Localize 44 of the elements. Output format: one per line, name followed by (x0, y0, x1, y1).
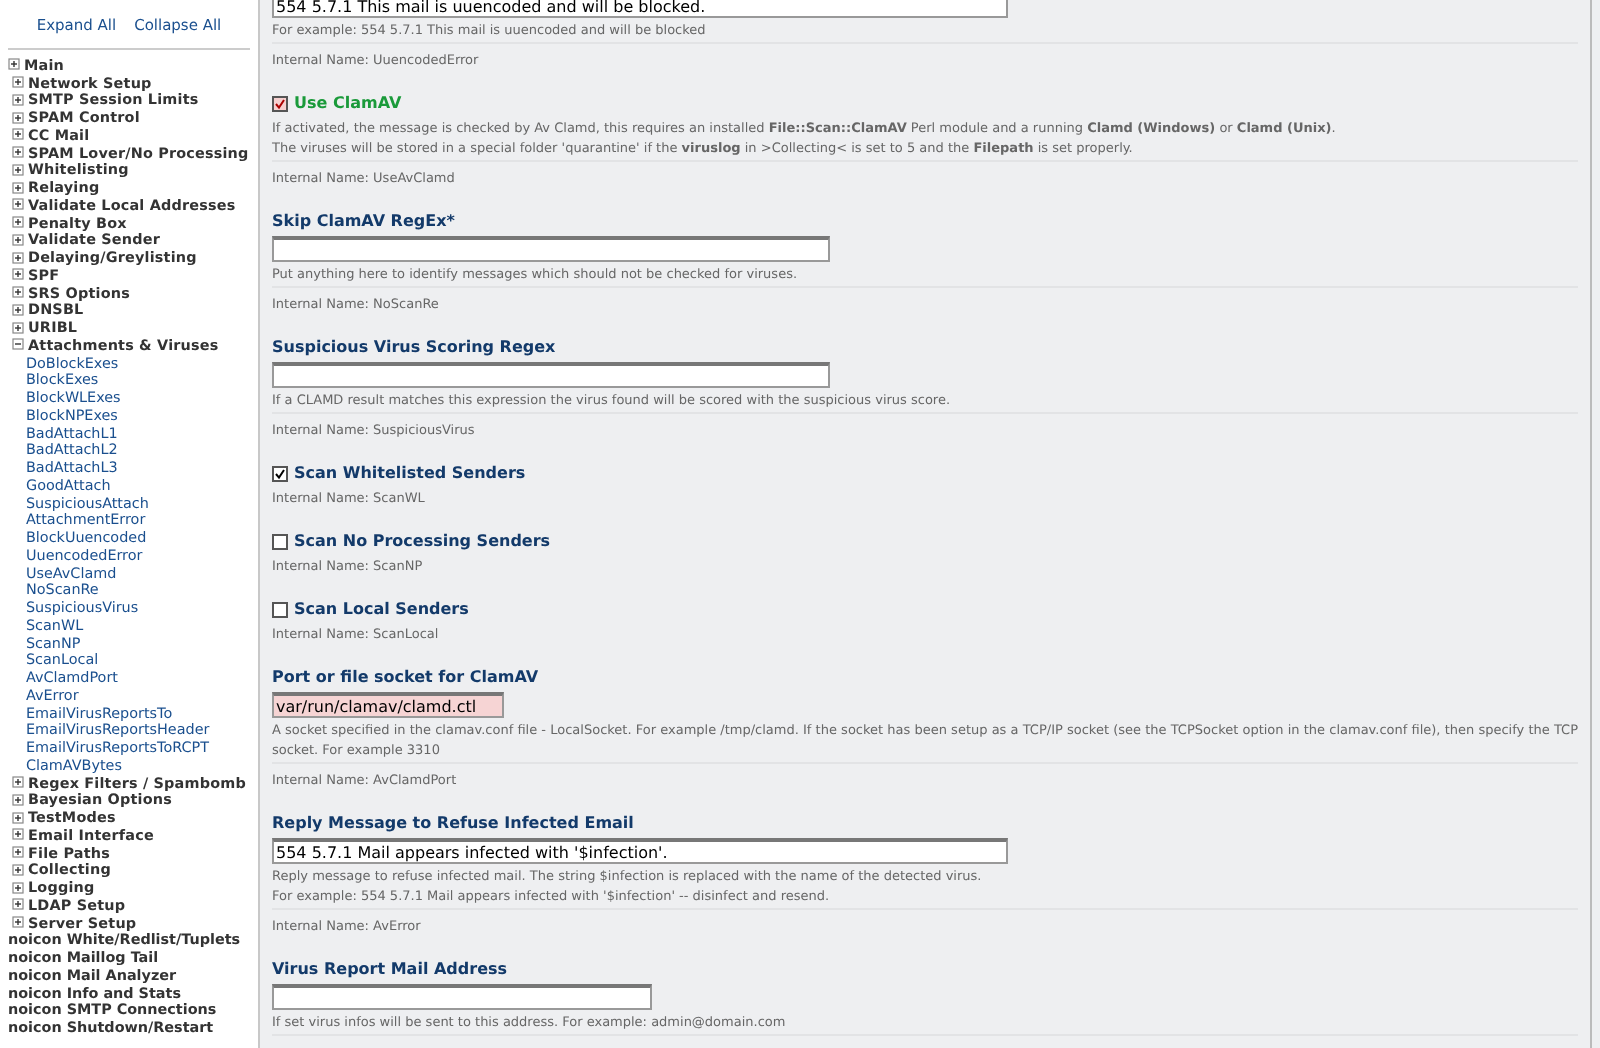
expand-icon[interactable] (12, 303, 24, 316)
expand-icon[interactable] (12, 811, 24, 824)
expand-icon[interactable] (12, 846, 24, 859)
input-field[interactable]: var/run/clamav/clamd.ctl (272, 692, 504, 718)
setting-title: Scan Local Senders (294, 600, 469, 618)
setting-title: Scan Whitelisted Senders (294, 464, 526, 482)
expand-icon[interactable] (12, 233, 24, 246)
input-field[interactable] (272, 984, 652, 1010)
checkbox[interactable] (272, 533, 288, 549)
collapse-icon[interactable] (12, 338, 24, 351)
setting-title: Port or file socket for ClamAV (272, 668, 541, 686)
input-field[interactable] (272, 362, 830, 388)
setting-title: Scan No Processing Senders (294, 532, 551, 550)
setting-title: Reply Message to Refuse Infected Email (272, 814, 636, 832)
checkbox[interactable] (272, 465, 288, 481)
setting-title: Virus Report Mail Address (272, 960, 510, 978)
expand-icon[interactable] (12, 146, 24, 159)
setting-title: Suspicious Virus Scoring Regex (272, 338, 558, 356)
expand-icon[interactable] (12, 286, 24, 299)
expand-icon[interactable] (12, 828, 24, 841)
expand-icon[interactable] (12, 76, 24, 89)
expand-icon[interactable] (12, 916, 24, 929)
expand-icon[interactable] (8, 58, 20, 71)
expand-icon[interactable] (12, 898, 24, 911)
expand-icon[interactable] (12, 163, 24, 176)
checkbox[interactable] (272, 95, 288, 111)
expand-icon[interactable] (12, 321, 24, 334)
setting-title: Skip ClamAV RegEx* (272, 212, 457, 230)
expand-icon[interactable] (12, 128, 24, 141)
expand-icon[interactable] (12, 111, 24, 124)
expand-icon[interactable] (12, 251, 24, 264)
expand-icon[interactable] (12, 216, 24, 229)
expand-icon[interactable] (12, 793, 24, 806)
expand-icon[interactable] (12, 181, 24, 194)
expand-icon[interactable] (12, 198, 24, 211)
expand-icon[interactable] (12, 863, 24, 876)
input-field[interactable]: 554 5.7.1 Mail appears infected with '$infection'. (272, 838, 1008, 864)
setting-title: Use ClamAV (294, 94, 402, 112)
expand-icon[interactable] (12, 881, 24, 894)
expand-icon[interactable] (12, 93, 24, 106)
expand-icon[interactable] (12, 268, 24, 281)
expand-icon[interactable] (12, 776, 24, 789)
input-field[interactable] (272, 236, 830, 262)
checkbox[interactable] (272, 601, 288, 617)
